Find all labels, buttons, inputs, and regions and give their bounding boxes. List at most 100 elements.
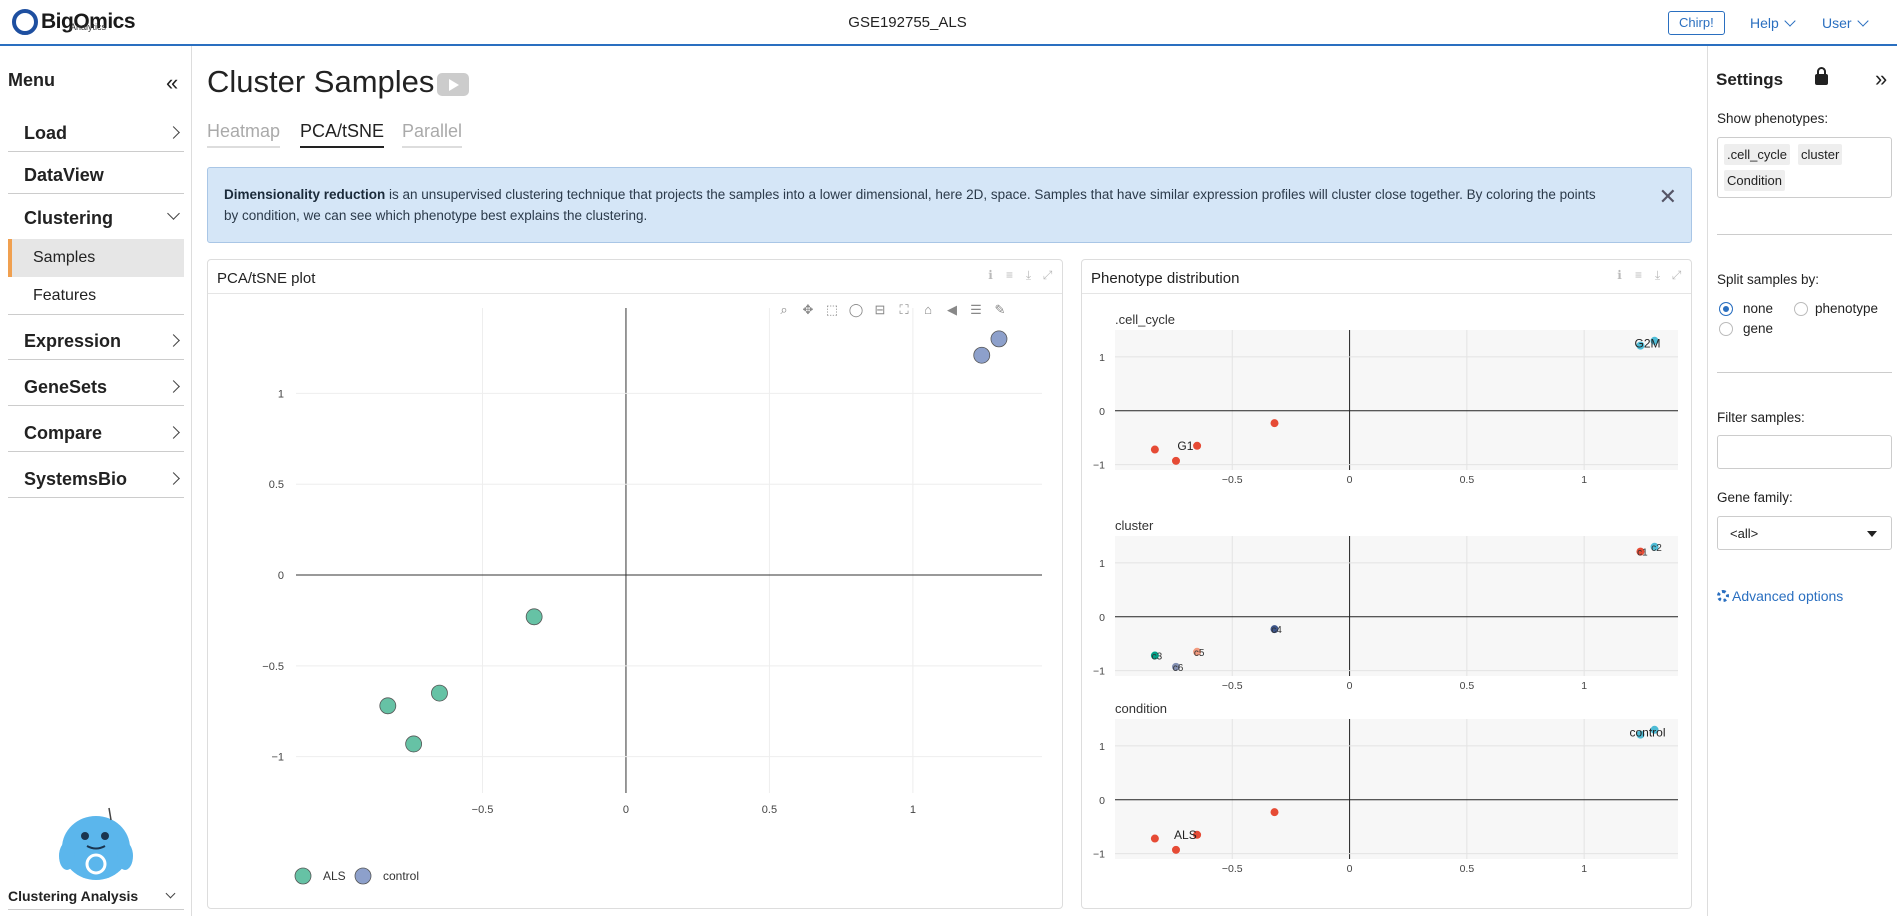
sidebar-subitem-samples[interactable]: Samples: [8, 239, 184, 277]
advanced-options-label: Advanced options: [1732, 588, 1844, 604]
legend-marker: [294, 867, 312, 885]
legend-label: ALS: [323, 869, 346, 883]
data-point: [1270, 808, 1279, 817]
sidebar-item-label: Expression: [24, 331, 122, 351]
radio-none[interactable]: [1719, 302, 1733, 316]
y-tick-label: −1: [1093, 460, 1105, 472]
chevron-right-icon: [167, 126, 180, 139]
sidebar-item-compare[interactable]: Compare: [8, 414, 184, 452]
help-label: Help: [1750, 15, 1779, 31]
legend-marker: [354, 867, 372, 885]
card-tools: ℹ ≡ ⤓ ⤢: [1613, 269, 1683, 282]
divider: [1717, 372, 1892, 373]
close-icon[interactable]: ✕: [1659, 186, 1677, 208]
cluster-label: c5: [1194, 648, 1205, 659]
x-tick-label: 0.5: [1460, 474, 1475, 486]
sidebar-item-systemsbio[interactable]: SystemsBio: [8, 460, 184, 498]
phenotype-tag[interactable]: .cell_cycle: [1724, 144, 1790, 165]
y-tick-label: 0.5: [269, 479, 284, 491]
page-title: Cluster Samples: [207, 64, 435, 99]
y-tick-label: 1: [278, 388, 284, 400]
gene-family-value: <all>: [1730, 526, 1759, 541]
advanced-options-link[interactable]: Advanced options: [1717, 588, 1843, 604]
pca-tsne-plot[interactable]: −0.5 0 0.5 1 1 0.5 0 −0.5 −1 ALS control: [208, 296, 1062, 908]
x-tick-label: 0.5: [1460, 863, 1475, 875]
settings-panel: Settings » Show phenotypes: .cell_cycle …: [1707, 46, 1897, 916]
expand-icon[interactable]: ⤢: [1670, 269, 1683, 282]
card-header: PCA/tSNE plot ℹ ≡ ⤓ ⤢: [208, 260, 1062, 294]
info-icon[interactable]: ℹ: [984, 269, 997, 282]
data-point: [973, 346, 991, 364]
x-tick-label: 1: [1581, 680, 1587, 692]
gene-family-label: Gene family:: [1717, 490, 1793, 505]
x-tick-label: 0.5: [762, 804, 777, 816]
panel-title: .cell_cycle: [1115, 312, 1175, 327]
expand-icon[interactable]: ⤢: [1041, 269, 1054, 282]
video-play-icon[interactable]: [437, 73, 469, 96]
analysis-footer-label: Clustering Analysis: [8, 888, 139, 904]
gene-family-select[interactable]: <all>: [1717, 516, 1892, 550]
data-point: [1193, 441, 1202, 450]
data-point: [1150, 834, 1159, 843]
chevron-right-icon: [167, 380, 180, 393]
tab-pca-tsne[interactable]: PCA/tSNE: [300, 121, 385, 148]
options-menu-icon[interactable]: ≡: [1632, 269, 1645, 282]
x-tick-label: 0: [1347, 474, 1353, 486]
data-point: [990, 330, 1008, 348]
sidebar-item-expression[interactable]: Expression: [8, 322, 184, 360]
analysis-footer-dropdown[interactable]: Clustering Analysis: [8, 882, 184, 910]
sidebar-subitem-features[interactable]: Features: [8, 277, 184, 315]
collapse-settings-icon[interactable]: »: [1875, 66, 1887, 92]
chevron-right-icon: [167, 472, 180, 485]
chevron-down-icon: [167, 207, 180, 220]
y-tick-label: −1: [271, 752, 284, 764]
phenotype-plots[interactable]: .cell_cycle −0.5 0 0.5 1 1 0 −1 G2M G1 cluster −0.5…: [1082, 296, 1691, 908]
sidebar: Menu « Load DataView Clustering Samples …: [0, 46, 192, 916]
filter-samples-input[interactable]: [1717, 435, 1892, 469]
x-tick-label: −0.5: [472, 804, 494, 816]
phenotype-tag[interactable]: cluster: [1798, 144, 1843, 165]
download-icon[interactable]: ⤓: [1651, 269, 1664, 282]
cluster-label: c1: [1637, 548, 1648, 559]
data-point: [525, 608, 543, 626]
x-tick-label: 1: [1581, 474, 1587, 486]
options-menu-icon[interactable]: ≡: [1003, 269, 1016, 282]
cluster-label: c3: [1152, 652, 1163, 663]
y-tick-label: 1: [1099, 741, 1105, 753]
card-title: Phenotype distribution: [1091, 270, 1240, 287]
x-tick-label: 0: [623, 804, 629, 816]
help-menu[interactable]: Help: [1750, 15, 1796, 31]
chirp-button[interactable]: Chirp!: [1668, 11, 1725, 35]
panel-title: cluster: [1115, 518, 1154, 533]
x-tick-label: −0.5: [1222, 863, 1243, 875]
x-tick-label: 0: [1347, 863, 1353, 875]
info-text: is an unsupervised clustering technique …: [224, 187, 1596, 223]
user-menu[interactable]: User: [1822, 15, 1869, 31]
x-tick-label: −0.5: [1222, 474, 1243, 486]
info-icon[interactable]: ℹ: [1613, 269, 1626, 282]
sidebar-item-label: Compare: [24, 423, 103, 443]
pca-tsne-card: PCA/tSNE plot ℹ ≡ ⤓ ⤢ ⌕ ✥ ⬚ ◯ ⊟ ⛶ ⌂ ◀ ☰ …: [207, 259, 1063, 909]
chevron-down-icon: [1856, 15, 1869, 27]
settings-title: Settings: [1716, 70, 1784, 89]
lock-icon[interactable]: [1815, 67, 1828, 85]
mascot-icon: [59, 807, 133, 880]
download-icon[interactable]: ⤓: [1022, 269, 1035, 282]
tab-heatmap[interactable]: Heatmap: [207, 121, 281, 148]
cluster-label: c2: [1651, 543, 1662, 554]
sidebar-item-clustering[interactable]: Clustering: [8, 199, 184, 237]
top-bar: BigOmics Analytics GSE192755_ALS Chirp! …: [0, 0, 1897, 46]
legend-label: control: [383, 869, 419, 883]
phenotype-distribution-card: Phenotype distribution ℹ ≡ ⤓ ⤢ .cell_cyc…: [1081, 259, 1692, 909]
tab-parallel[interactable]: Parallel: [402, 121, 463, 148]
sidebar-item-load[interactable]: Load: [8, 114, 184, 152]
y-tick-label: 0: [1099, 612, 1105, 624]
phenotype-tag[interactable]: Condition: [1724, 170, 1785, 191]
sidebar-item-dataview[interactable]: DataView: [8, 156, 184, 194]
sidebar-item-genesets[interactable]: GeneSets: [8, 368, 184, 406]
radio-phenotype[interactable]: [1794, 302, 1808, 316]
collapse-sidebar-icon[interactable]: «: [166, 70, 178, 96]
phenotype-selector[interactable]: .cell_cycle cluster Condition: [1717, 137, 1892, 198]
radio-gene[interactable]: [1719, 322, 1733, 336]
y-tick-label: 0: [278, 570, 284, 582]
